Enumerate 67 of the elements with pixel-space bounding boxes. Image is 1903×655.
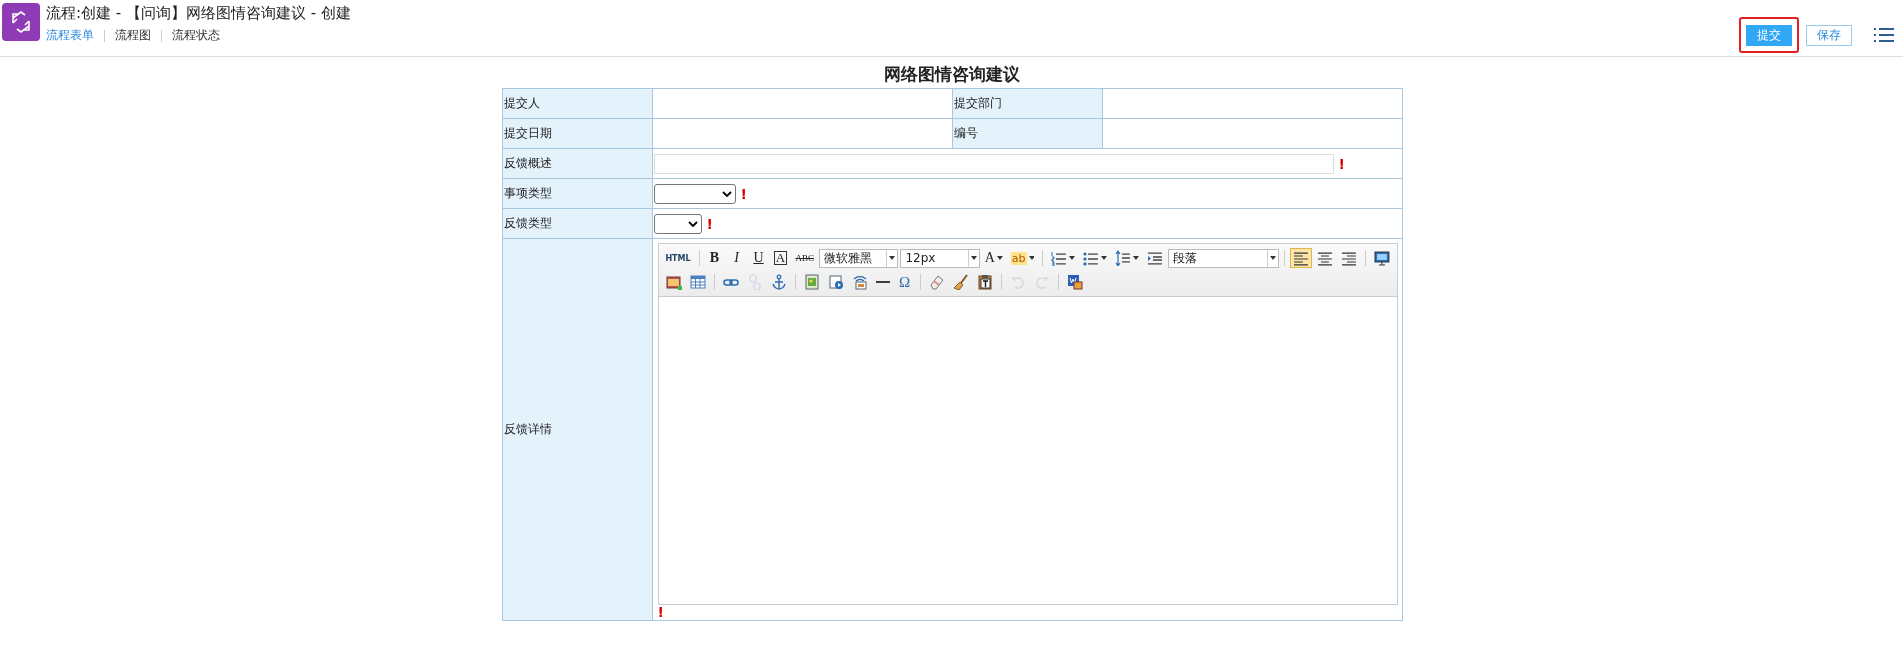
required-mark: ! (657, 604, 664, 620)
bulleted-list-icon (1083, 250, 1100, 266)
caret-icon (1270, 256, 1276, 260)
picture-icon (803, 274, 820, 290)
field-label: 提交部门 (952, 96, 1002, 110)
field-label: 编号 (952, 126, 978, 140)
required-mark: ! (1338, 155, 1345, 172)
toolbar-dropdown[interactable]: 12px (900, 248, 980, 268)
image-icon (665, 274, 682, 290)
caret-icon (970, 256, 977, 260)
field-label: 反馈类型 (502, 216, 552, 230)
redo-icon (1033, 274, 1050, 290)
horizontal-rule-icon (875, 281, 890, 283)
caret-icon (1132, 256, 1139, 260)
numbered-list-icon (1051, 250, 1068, 266)
align-right-icon (1340, 250, 1357, 266)
field-label: 提交日期 (502, 126, 552, 140)
html-label[interactable]: HTML (662, 248, 694, 268)
align-left-button[interactable] (1290, 248, 1312, 268)
menu-icon[interactable] (1873, 26, 1895, 44)
tab[interactable]: 流程图 (115, 27, 151, 44)
tab[interactable]: 流程状态 (172, 27, 220, 44)
field-label: 事项类型 (502, 186, 552, 200)
chevron-down-icon (721, 190, 732, 197)
document-image-icon (1066, 274, 1083, 290)
field-label: 反馈详情 (502, 422, 552, 436)
special-character-button[interactable]: Ω (894, 272, 915, 292)
form-title: 网络图情咨询建议 (883, 64, 1020, 84)
dropdown-field[interactable] (653, 183, 736, 204)
field-label: 提交人 (502, 96, 540, 110)
caret-icon (996, 256, 1003, 260)
caret-icon (1069, 256, 1076, 260)
highlight-button[interactable]: ab (1007, 248, 1038, 268)
strikethrough-button[interactable]: ABC (792, 248, 817, 268)
brush-icon (952, 274, 969, 290)
table-icon (689, 274, 706, 290)
chevron-down-icon (687, 220, 698, 227)
field-label: 反馈概述 (502, 156, 552, 170)
underline-button[interactable]: U (748, 248, 769, 268)
clipboard-icon (976, 274, 993, 290)
signal-page-icon (851, 274, 868, 290)
italic-button[interactable]: I (726, 248, 747, 268)
broken-link-icon (746, 274, 763, 290)
toolbar-dropdown[interactable]: 段落 (1167, 248, 1279, 268)
window-title: 流程:创建 - 【问询】网络图情咨询建议 - 创建 (46, 3, 352, 23)
tab[interactable]: 流程表单 (46, 27, 94, 44)
media-icon (827, 274, 844, 290)
eraser-icon (928, 274, 945, 290)
align-center-icon (1316, 250, 1333, 266)
required-mark: ! (740, 185, 747, 202)
font-color-button[interactable]: A (981, 248, 1006, 268)
indent-icon (1146, 250, 1163, 266)
line-height-icon (1115, 250, 1131, 266)
save-button[interactable]: 保存 (1806, 25, 1852, 46)
dropdown-field[interactable] (653, 213, 702, 234)
caret-icon (889, 256, 896, 260)
caret-icon (1028, 256, 1035, 260)
toolbar-dropdown[interactable]: 微软雅黑 (818, 248, 899, 268)
caret-icon (1101, 256, 1108, 260)
anchor-icon (770, 274, 787, 290)
required-mark: ! (706, 215, 713, 232)
monitor-icon (1373, 250, 1390, 266)
rich-text-editor[interactable]: HTML B I U A ABC 微软雅黑 12px A ab 段落 Ω (657, 243, 1398, 605)
align-left-icon (1293, 250, 1309, 266)
bold-button[interactable]: B (704, 248, 725, 268)
undo-icon (1009, 274, 1026, 290)
text-field[interactable] (653, 153, 1334, 174)
